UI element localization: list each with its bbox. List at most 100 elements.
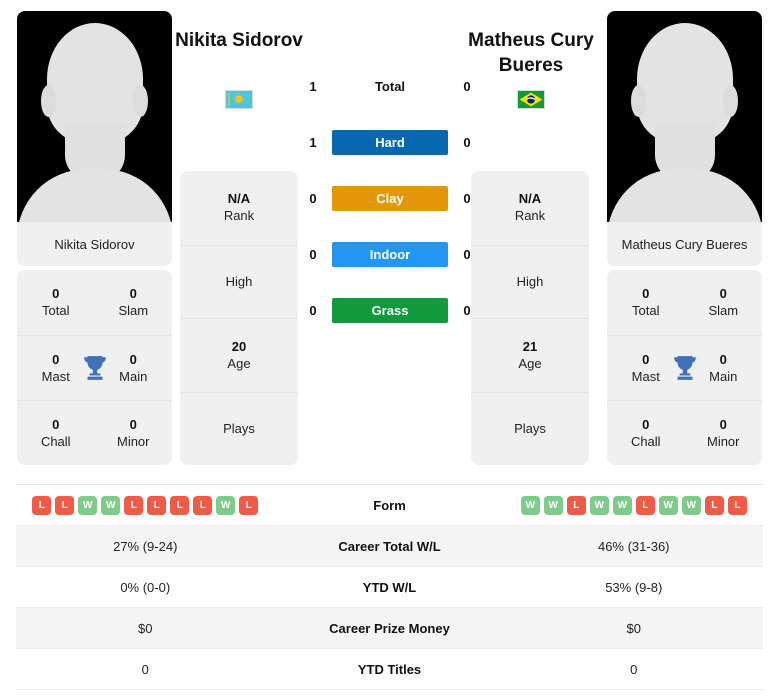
stat-value-left: 0% (0-0) [120,579,171,595]
title-stat-value: 0 [52,351,60,367]
title-stat-label: Slam [118,303,149,318]
comparison-header-area: Nikita Sidorov Matheus Cury Bueres 0 Tot… [0,0,779,478]
h2h-surface-label[interactable]: Clay [332,185,448,211]
stat-value-left: 0 [141,661,149,677]
form-badge-win[interactable]: W [543,495,563,515]
stat-value-left: 27% (9-24) [113,538,178,554]
table-row: 27% (9-24) Career Total W/L 46% (31-36) [16,526,763,567]
form-badge-win[interactable]: W [101,495,121,515]
form-badge-win[interactable]: W [216,495,236,515]
h2h-surface-label[interactable]: Indoor [332,241,448,267]
h2h-right-score: 0 [463,78,471,94]
info-cell-high: High [180,244,298,319]
info-cell-plays: Plays [471,391,589,466]
brazil-flag-icon [517,90,545,109]
h2h-left-score: 0 [309,302,317,318]
stat-label: Career Total W/L [338,538,441,554]
title-stat-label: Main [709,368,738,384]
form-badge-win[interactable]: W [658,495,678,515]
title-stat-value: 0 [52,416,60,432]
form-badge-loss[interactable]: L [147,495,167,515]
title-stat-label: Total [632,303,660,318]
info-cell-plays: Plays [180,391,298,466]
stat-label: YTD Titles [357,661,422,677]
form-badge-win[interactable]: W [589,495,609,515]
stat-value-right: 0 [630,661,638,677]
stat-value-right: 46% (31-36) [597,538,670,554]
form-badge-loss[interactable]: L [704,495,724,515]
form-badge-loss[interactable]: L [124,495,144,515]
player-photo-right [607,11,762,222]
title-stat-main: 0 Main [692,352,754,385]
title-stat-label: Slam [708,303,739,318]
plays-label: Plays [223,420,255,436]
form-badge-win[interactable]: W [78,495,98,515]
player-name-left[interactable]: Nikita Sidorov [174,28,304,53]
form-badge-loss[interactable]: L [55,495,75,515]
form-badge-loss[interactable]: L [239,495,259,515]
stat-label: Form [373,497,406,513]
comparison-stats-table: LLWWLLLLWL Form WWLWWLWWLL 27% (9-24) Ca… [16,484,763,690]
title-stat-value: 0 [719,286,727,301]
h2h-row-hard: 1 Hard 0 [300,114,480,170]
info-cell-rank: N/A Rank [180,171,298,245]
title-stat-value: 0 [642,286,650,301]
table-row: 0 YTD Titles 0 [16,649,763,690]
h2h-row-clay: 0 Clay 0 [300,170,480,226]
player-avatar-card-left[interactable]: Nikita Sidorov [17,11,172,266]
h2h-right-score: 0 [463,190,471,206]
form-cell-right: WWLWWLWWLL [505,495,764,515]
form-badge-win[interactable]: W [612,495,632,515]
kazakhstan-flag-icon [225,90,253,109]
title-stat-value: 0 [129,416,137,432]
form-cell-left: LLWWLLLLWL [16,495,275,515]
player-titles-card-left: 0 Total 0 Slam 0 Mast 0 Main 0 Chall 0 M… [17,270,172,465]
title-stat-value: 0 [719,416,727,432]
title-stat-label: Chall [630,433,661,449]
title-stat-slam: 0 Slam [102,286,164,319]
title-stat-value: 0 [129,351,137,367]
player-info-card-right: N/A Rank High 21 Age Plays [471,171,589,465]
title-stat-minor: 0 Minor [692,417,754,450]
h2h-surface-label[interactable]: Hard [332,129,448,155]
age-label: Age [518,355,542,371]
title-stat-total: 0 Total [615,286,677,319]
h2h-surface-label: Total [374,78,406,94]
title-stat-label: Total [42,303,70,318]
player-name-right[interactable]: Matheus Cury Bueres [466,28,596,78]
trophy-icon [83,356,106,380]
form-badge-loss[interactable]: L [635,495,655,515]
silhouette-shoulders-icon [607,169,762,222]
plays-label: Plays [514,420,546,436]
silhouette-ear-left-icon [631,85,646,117]
form-badge-loss[interactable]: L [566,495,586,515]
titles-row: 0 Total 0 Slam [607,270,762,335]
h2h-surface-label[interactable]: Grass [332,297,448,323]
title-stat-minor: 0 Minor [102,417,164,450]
head-to-head-surface-list: 1 Total 0 1 Hard 0 0 Clay 0 0 Indoor 0 0 [300,58,480,338]
title-stat-value: 0 [719,351,727,367]
form-badge-loss[interactable]: L [170,495,190,515]
title-stat-value: 0 [52,286,60,301]
info-cell-high: High [471,244,589,319]
title-stat-main: 0 Main [102,352,164,385]
form-badge-loss[interactable]: L [32,495,52,515]
title-stat-label: Mast [41,368,70,384]
h2h-row-total: 1 Total 0 [300,58,480,114]
info-cell-rank: N/A Rank [471,171,589,245]
silhouette-ear-right-icon [133,85,148,117]
stat-label: Career Prize Money [329,620,450,636]
form-badge-loss[interactable]: L [193,495,213,515]
h2h-left-score: 1 [309,134,317,150]
form-badge-win[interactable]: W [681,495,701,515]
title-stat-label: Mast [631,368,660,384]
h2h-left-score: 1 [309,78,317,94]
player-avatar-card-right[interactable]: Matheus Cury Bueres [607,11,762,266]
form-badge-loss[interactable]: L [727,495,747,515]
form-badge-win[interactable]: W [520,495,540,515]
h2h-row-indoor: 0 Indoor 0 [300,226,480,282]
table-row: $0 Career Prize Money $0 [16,608,763,649]
title-stat-mast: 0 Mast [25,352,87,385]
stat-value-left: $0 [138,620,153,636]
title-stat-value: 0 [129,286,137,301]
